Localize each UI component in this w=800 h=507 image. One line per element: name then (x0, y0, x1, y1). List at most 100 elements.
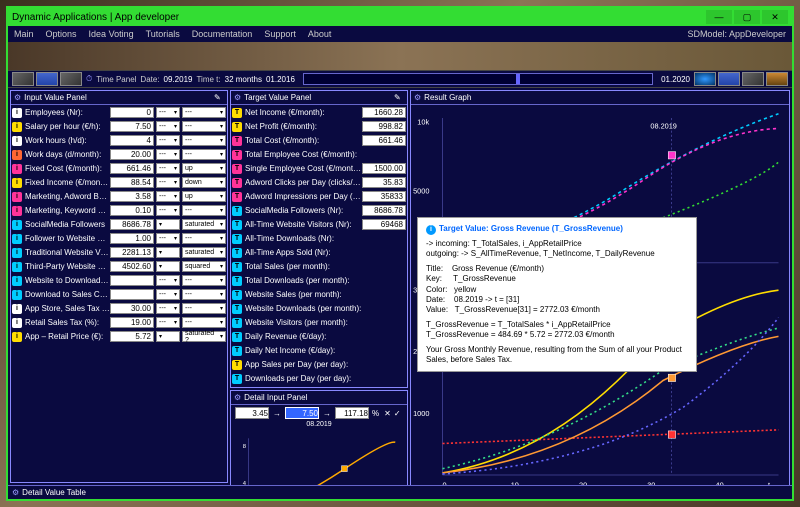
input-value[interactable] (110, 107, 154, 118)
input-value[interactable] (110, 135, 154, 146)
thumb-icon[interactable] (12, 72, 34, 86)
badge-icon: i (12, 178, 22, 188)
menu-documentation[interactable]: Documentation (192, 29, 253, 39)
curve-dropdown[interactable]: --- (182, 275, 226, 286)
input-value[interactable] (110, 121, 154, 132)
curve-dropdown[interactable]: saturated (182, 219, 226, 230)
menu-options[interactable]: Options (46, 29, 77, 39)
menu-main[interactable]: Main (14, 29, 34, 39)
thumb-icon[interactable] (742, 72, 764, 86)
curve-dropdown[interactable]: --- (182, 205, 226, 216)
target-value[interactable] (362, 191, 406, 202)
curve-dropdown[interactable]: down (182, 177, 226, 188)
unit-dropdown[interactable]: --- (156, 205, 180, 216)
badge-icon: T (232, 150, 242, 160)
minimize-button[interactable]: — (706, 10, 732, 24)
menu-support[interactable]: Support (264, 29, 296, 39)
target-value[interactable] (362, 219, 406, 230)
menu-idea-voting[interactable]: Idea Voting (89, 29, 134, 39)
unit-dropdown[interactable]: --- (156, 191, 180, 202)
target-value[interactable] (362, 135, 406, 146)
input-value[interactable] (110, 177, 154, 188)
range-end: 01.2020 (661, 75, 690, 84)
unit-dropdown[interactable]: --- (156, 303, 180, 314)
curve-dropdown[interactable]: --- (182, 107, 226, 118)
curve-dropdown[interactable]: --- (182, 317, 226, 328)
unit-dropdown[interactable]: --- (156, 107, 180, 118)
input-value[interactable] (110, 247, 154, 258)
unit-dropdown[interactable]: --- (156, 135, 180, 146)
badge-icon: T (232, 374, 242, 384)
input-value[interactable] (110, 289, 154, 300)
unit-dropdown[interactable]: --- (156, 317, 180, 328)
check-icon[interactable]: ✓ (394, 409, 401, 418)
time-slider-thumb[interactable] (516, 74, 520, 84)
input-value[interactable] (110, 163, 154, 174)
target-value[interactable] (362, 163, 406, 174)
input-value[interactable] (110, 303, 154, 314)
unit-dropdown[interactable] (156, 219, 180, 230)
unit-dropdown[interactable] (156, 331, 180, 342)
badge-icon: T (232, 220, 242, 230)
time-slider[interactable] (303, 73, 653, 85)
input-value[interactable] (110, 317, 154, 328)
detail-chart[interactable]: 8 4 0 0 25 t (231, 428, 407, 485)
input-value[interactable] (110, 331, 154, 342)
target-value[interactable] (362, 121, 406, 132)
target-value[interactable] (362, 205, 406, 216)
thumb-icon[interactable] (60, 72, 82, 86)
target-value[interactable] (362, 107, 406, 118)
unit-dropdown[interactable]: --- (156, 275, 180, 286)
input-value[interactable] (110, 205, 154, 216)
detail-v1-input[interactable] (235, 407, 269, 419)
input-value[interactable] (110, 261, 154, 272)
result-chart[interactable]: 10k 5000 08.2019 3000 2000 1000 (411, 105, 789, 485)
detail-v2-input[interactable] (285, 407, 319, 419)
curve-dropdown[interactable]: --- (182, 289, 226, 300)
curve-dropdown[interactable]: --- (182, 135, 226, 146)
input-row: iWork hours (h/d):------ (12, 134, 226, 147)
edit-icon[interactable]: ✎ (394, 93, 404, 103)
input-value[interactable] (110, 219, 154, 230)
maximize-button[interactable]: ▢ (734, 10, 760, 24)
curve-dropdown[interactable]: --- (182, 149, 226, 160)
unit-dropdown[interactable]: --- (156, 163, 180, 174)
unit-dropdown[interactable]: --- (156, 233, 180, 244)
input-row: iTraditional Website Visitors (per mosat… (12, 246, 226, 259)
titlebar[interactable]: Dynamic Applications | App developer — ▢… (8, 8, 792, 26)
curve-dropdown[interactable]: squared (182, 261, 226, 272)
close-button[interactable]: ✕ (762, 10, 788, 24)
curve-dropdown[interactable]: up (182, 191, 226, 202)
detail-v3-input[interactable] (335, 407, 369, 419)
curve-dropdown[interactable]: --- (182, 303, 226, 314)
curve-dropdown[interactable]: --- (182, 233, 226, 244)
thumb-icon[interactable] (718, 72, 740, 86)
input-value[interactable] (110, 191, 154, 202)
input-value[interactable] (110, 233, 154, 244)
thumb-icon[interactable] (36, 72, 58, 86)
input-value[interactable] (110, 149, 154, 160)
curve-dropdown[interactable]: --- (182, 121, 226, 132)
input-value[interactable] (110, 275, 154, 286)
unit-dropdown[interactable] (156, 247, 180, 258)
input-label: SocialMedia Followers (25, 220, 110, 229)
unit-dropdown[interactable]: --- (156, 149, 180, 160)
target-value[interactable] (362, 177, 406, 188)
unit-dropdown[interactable]: --- (156, 289, 180, 300)
badge-icon: T (232, 234, 242, 244)
close-icon[interactable]: ✕ (384, 409, 391, 418)
curve-dropdown[interactable]: up (182, 163, 226, 174)
thumb-icon[interactable] (766, 72, 788, 86)
menu-tutorials[interactable]: Tutorials (146, 29, 180, 39)
edit-icon[interactable]: ✎ (214, 93, 224, 103)
unit-dropdown[interactable]: --- (156, 177, 180, 188)
curve-dropdown[interactable]: saturated ? (182, 331, 226, 342)
curve-dropdown[interactable]: saturated (182, 247, 226, 258)
info-icon: i (426, 225, 436, 235)
badge-icon: T (232, 108, 242, 118)
unit-dropdown[interactable]: --- (156, 121, 180, 132)
unit-dropdown[interactable] (156, 261, 180, 272)
menu-about[interactable]: About (308, 29, 332, 39)
thumbnail-row-left (12, 72, 82, 86)
thumb-globe-icon[interactable] (694, 72, 716, 86)
